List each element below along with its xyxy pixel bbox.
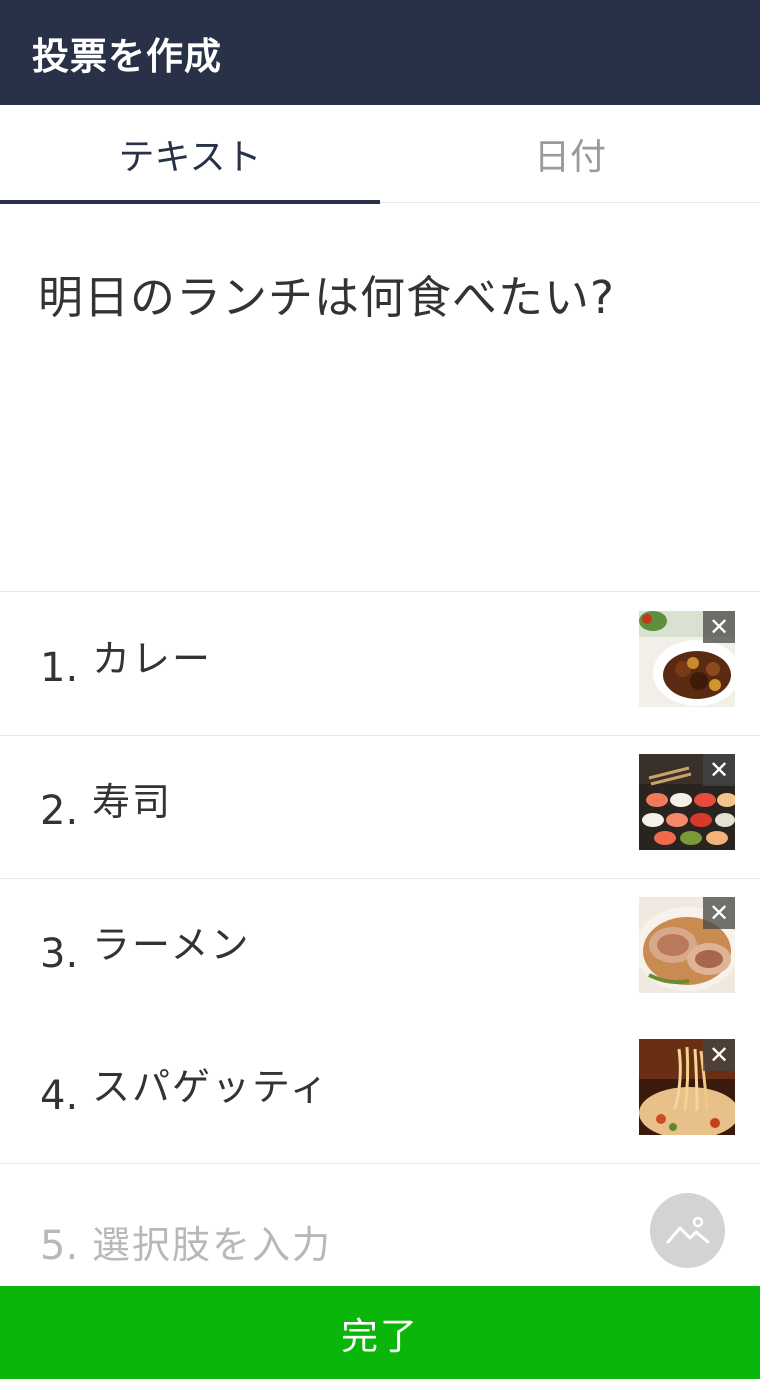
- page-title: 投票を作成: [32, 34, 222, 78]
- option-number: 1.: [40, 645, 79, 691]
- option-input-placeholder: 選択肢を入力: [92, 1223, 333, 1267]
- option-number: 5.: [40, 1223, 79, 1269]
- done-button[interactable]: 完了: [0, 1286, 760, 1379]
- remove-image-button[interactable]: ✕: [703, 611, 735, 643]
- app-header: 投票を作成: [0, 0, 760, 105]
- poll-option-3[interactable]: 3. ラーメン ✕: [0, 879, 760, 1022]
- image-icon: [666, 1216, 709, 1243]
- tab-text-label: テキスト: [118, 137, 262, 178]
- add-image-button[interactable]: [650, 1193, 725, 1268]
- question-field[interactable]: 明日のランチは何食べたい?: [0, 203, 760, 592]
- tab-date[interactable]: 日付: [380, 105, 760, 203]
- poll-option-2[interactable]: 2. 寿司 ✕: [0, 736, 760, 879]
- done-button-label: 完了: [341, 1314, 419, 1358]
- option-label: カレー: [92, 637, 213, 681]
- remove-image-button[interactable]: ✕: [703, 754, 735, 786]
- spaghetti-photo[interactable]: ✕: [639, 1039, 735, 1135]
- option-number: 4.: [40, 1073, 79, 1119]
- option-label: 寿司: [92, 780, 173, 824]
- tab-date-label: 日付: [533, 137, 606, 178]
- option-label: ラーメン: [92, 923, 251, 967]
- option-number: 3.: [40, 931, 79, 977]
- option-number: 2.: [40, 788, 79, 834]
- curry-photo[interactable]: ✕: [639, 611, 735, 707]
- ramen-photo[interactable]: ✕: [639, 897, 735, 993]
- poll-option-4[interactable]: 4. スパゲッティ ✕: [0, 1021, 760, 1164]
- option-label: スパゲッティ: [92, 1065, 330, 1109]
- remove-image-button[interactable]: ✕: [703, 897, 735, 929]
- poll-option-1[interactable]: 1. カレー ✕: [0, 593, 760, 736]
- tab-text[interactable]: テキスト: [0, 105, 380, 204]
- sushi-photo[interactable]: ✕: [639, 754, 735, 850]
- remove-image-button[interactable]: ✕: [703, 1039, 735, 1071]
- question-text: 明日のランチは何食べたい?: [38, 271, 615, 324]
- tab-bar: テキスト 日付: [0, 105, 760, 204]
